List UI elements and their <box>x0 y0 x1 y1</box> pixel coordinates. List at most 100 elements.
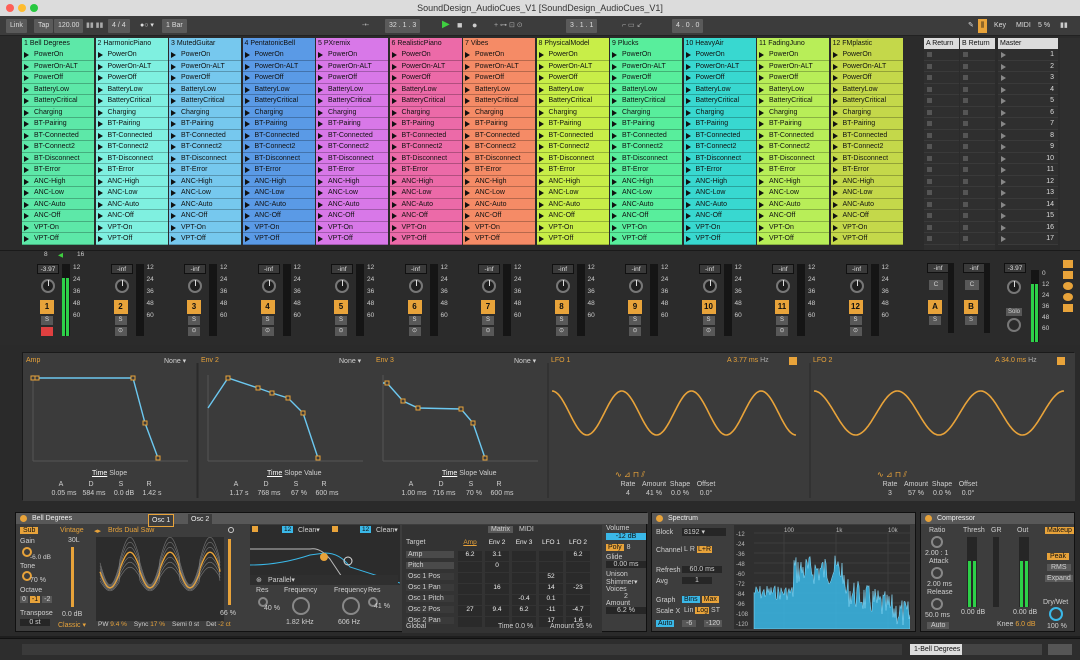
clip-play-icon[interactable] <box>832 167 838 173</box>
pan-knob[interactable] <box>114 279 129 293</box>
clip-slot[interactable]: ANC-High <box>536 175 609 187</box>
return-clip-slot[interactable] <box>924 107 959 118</box>
clip-slot[interactable]: BT-Disconnect <box>536 152 609 164</box>
clip-play-icon[interactable] <box>318 155 323 162</box>
clip-slot[interactable]: PowerOff <box>757 72 829 84</box>
rms-mode-button[interactable]: RMS <box>1047 564 1071 571</box>
clip-slot[interactable]: BT-Pairing <box>536 118 609 130</box>
clip-play-icon[interactable] <box>391 52 397 58</box>
clip-slot[interactable]: BatteryLow <box>683 83 756 95</box>
clip-slot[interactable]: ANC-Low <box>169 187 241 199</box>
clip-play-icon[interactable] <box>685 213 691 219</box>
env-param-value[interactable]: 584 ms <box>80 490 108 497</box>
clip-play-icon[interactable] <box>97 155 103 162</box>
pan-knob[interactable] <box>408 279 423 293</box>
matrix-cell[interactable]: 0.1 <box>539 595 563 605</box>
clip-slot[interactable]: PowerOn <box>242 49 315 61</box>
level-meter[interactable] <box>282 264 291 336</box>
auto-release-button[interactable]: Auto <box>927 622 950 629</box>
clip-play-icon[interactable] <box>612 155 617 162</box>
clip-slot[interactable]: ANC-Low <box>389 187 462 199</box>
return-clip-slot[interactable] <box>960 210 995 222</box>
lfo-shape-selector[interactable]: ∿ ⊿ ⊓ ⫽ <box>877 470 907 480</box>
clip-play-icon[interactable] <box>391 109 397 116</box>
matrix-cell[interactable] <box>539 551 563 561</box>
tab-osc2[interactable]: Osc 2 <box>188 514 213 525</box>
clip-slot[interactable]: PowerOn <box>316 49 388 61</box>
clip-slot[interactable]: VPT-On <box>757 221 829 233</box>
view-toggle-icon[interactable] <box>1048 644 1072 655</box>
minimize-window-button[interactable] <box>18 4 26 12</box>
return-clip-slot[interactable] <box>924 233 959 245</box>
return-clip-slot[interactable] <box>924 49 959 61</box>
matrix-cell[interactable]: 27 <box>458 606 482 616</box>
clip-slot[interactable]: VPT-On <box>169 221 241 233</box>
lfo-param-value[interactable]: 3 <box>877 490 903 497</box>
clip-slot[interactable]: BT-Connected <box>536 129 609 141</box>
track-activator-button[interactable]: 6 <box>407 300 422 314</box>
clip-play-icon[interactable] <box>171 224 176 231</box>
pan-knob[interactable] <box>776 279 790 293</box>
clip-slot[interactable]: BT-Connected <box>389 129 462 141</box>
matrix-cell[interactable]: -4.7 <box>566 606 590 616</box>
clip-play-icon[interactable] <box>612 224 617 231</box>
clip-play-icon[interactable] <box>318 224 323 231</box>
clip-play-icon[interactable] <box>759 75 764 81</box>
clip-slot[interactable]: BT-Pairing <box>316 118 388 130</box>
clip-play-icon[interactable] <box>171 109 176 116</box>
pan-knob[interactable] <box>555 279 570 293</box>
clip-play-icon[interactable] <box>97 132 103 139</box>
voices-count[interactable]: 8 <box>627 544 631 551</box>
return-clip-slot[interactable] <box>924 130 959 141</box>
clip-play-icon[interactable] <box>538 224 544 231</box>
track-volume-field[interactable]: -inf <box>331 264 353 274</box>
matrix-cell[interactable] <box>512 562 536 572</box>
clip-slot[interactable]: ANC-Auto <box>463 198 535 210</box>
return-clip-slot[interactable] <box>960 199 995 210</box>
clip-play-icon[interactable] <box>759 190 764 196</box>
return-clip-slot[interactable] <box>960 222 995 233</box>
clip-slot[interactable]: PowerOff <box>22 72 94 84</box>
clip-play-icon[interactable] <box>97 86 103 93</box>
clip-play-icon[interactable] <box>465 201 470 208</box>
link-button[interactable]: Link <box>6 19 27 33</box>
clip-play-icon[interactable] <box>465 75 470 81</box>
master-header[interactable]: Master <box>998 38 1058 49</box>
auto-button[interactable]: Auto <box>656 620 675 627</box>
scene-launcher[interactable]: 13 <box>998 187 1058 199</box>
wavetable-category-icon[interactable]: ◂▸ <box>94 527 101 535</box>
clip-slot[interactable]: Charging <box>22 106 94 118</box>
return-b-header[interactable]: B Return <box>960 38 995 49</box>
clip-slot[interactable]: ANC-High <box>463 175 535 187</box>
clip-slot[interactable]: BT-Connected <box>610 129 682 141</box>
clip-play-icon[interactable] <box>759 63 764 70</box>
clip-slot[interactable]: BatteryCritical <box>316 95 388 107</box>
clip-slot[interactable]: ANC-Auto <box>242 198 315 210</box>
stop-clip-icon[interactable] <box>927 236 932 241</box>
clip-play-icon[interactable] <box>391 132 397 139</box>
scene-play-icon[interactable] <box>1001 86 1006 93</box>
clip-slot[interactable]: ANC-High <box>316 175 388 187</box>
matrix-cell[interactable]: 0 <box>485 562 509 572</box>
return-clip-slot[interactable] <box>960 84 995 95</box>
solo-button[interactable]: S <box>776 316 788 325</box>
clip-play-icon[interactable] <box>244 167 250 173</box>
scene-play-icon[interactable] <box>1001 132 1006 139</box>
clip-slot[interactable]: ANC-Low <box>22 187 94 199</box>
env-param-value[interactable]: 70 % <box>460 490 488 497</box>
matrix-cell[interactable]: 6.2 <box>512 606 536 616</box>
clip-slot[interactable]: BT-Disconnect <box>463 152 535 164</box>
clip-slot[interactable]: BatteryLow <box>95 83 168 95</box>
clip-slot[interactable]: BatteryCritical <box>830 95 903 107</box>
clip-play-icon[interactable] <box>391 63 397 70</box>
clip-play-icon[interactable] <box>685 121 691 127</box>
stop-clip-icon[interactable] <box>963 75 968 80</box>
lfo-rate-field[interactable]: A 3.77 ms Hz <box>727 357 769 364</box>
clip-play-icon[interactable] <box>538 75 544 81</box>
clip-slot[interactable]: PowerOn-ALT <box>389 60 462 72</box>
clip-play-icon[interactable] <box>685 75 691 81</box>
level-meter[interactable] <box>62 264 70 336</box>
scene-launcher[interactable]: 17 <box>998 233 1058 245</box>
matrix-cell[interactable] <box>458 562 482 572</box>
clip-slot[interactable]: ANC-Auto <box>95 198 168 210</box>
